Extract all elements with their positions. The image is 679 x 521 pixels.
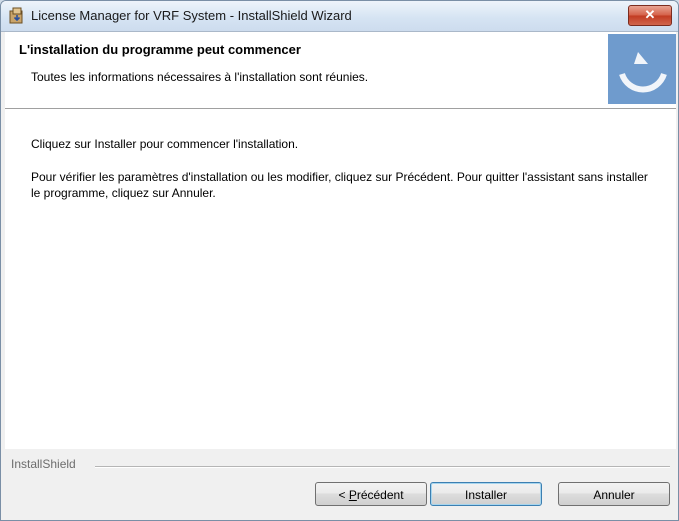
window-title: License Manager for VRF System - Install… bbox=[31, 8, 352, 23]
instruction-text: Cliquez sur Installer pour commencer l'i… bbox=[31, 137, 299, 151]
install-button[interactable]: Installer bbox=[430, 482, 542, 506]
help-text: Pour vérifier les paramètres d'installat… bbox=[31, 170, 648, 200]
close-button[interactable]: ✕ bbox=[628, 5, 672, 26]
installer-window: License Manager for VRF System - Install… bbox=[0, 0, 679, 521]
installer-icon bbox=[9, 7, 23, 24]
brand-label: InstallShield bbox=[11, 457, 76, 471]
page-title: L'installation du programme peut commenc… bbox=[19, 42, 301, 57]
wizard-footer: InstallShield < Précédent Installer Annu… bbox=[5, 449, 676, 520]
cancel-button[interactable]: Annuler bbox=[558, 482, 670, 506]
back-button-prefix: < bbox=[338, 488, 349, 502]
installshield-logo-icon bbox=[608, 34, 676, 104]
page-subtitle: Toutes les informations nécessaires à l'… bbox=[31, 70, 369, 84]
wizard-content: Cliquez sur Installer pour commencer l'i… bbox=[5, 109, 676, 449]
title-bar[interactable]: License Manager for VRF System - Install… bbox=[1, 1, 678, 32]
back-button-label: récédent bbox=[356, 488, 404, 502]
close-icon: ✕ bbox=[644, 7, 656, 22]
back-button-mnemonic: P bbox=[348, 488, 357, 502]
back-button[interactable]: < Précédent bbox=[315, 482, 427, 506]
wizard-header: L'installation du programme peut commenc… bbox=[5, 32, 676, 109]
footer-divider bbox=[95, 466, 670, 468]
